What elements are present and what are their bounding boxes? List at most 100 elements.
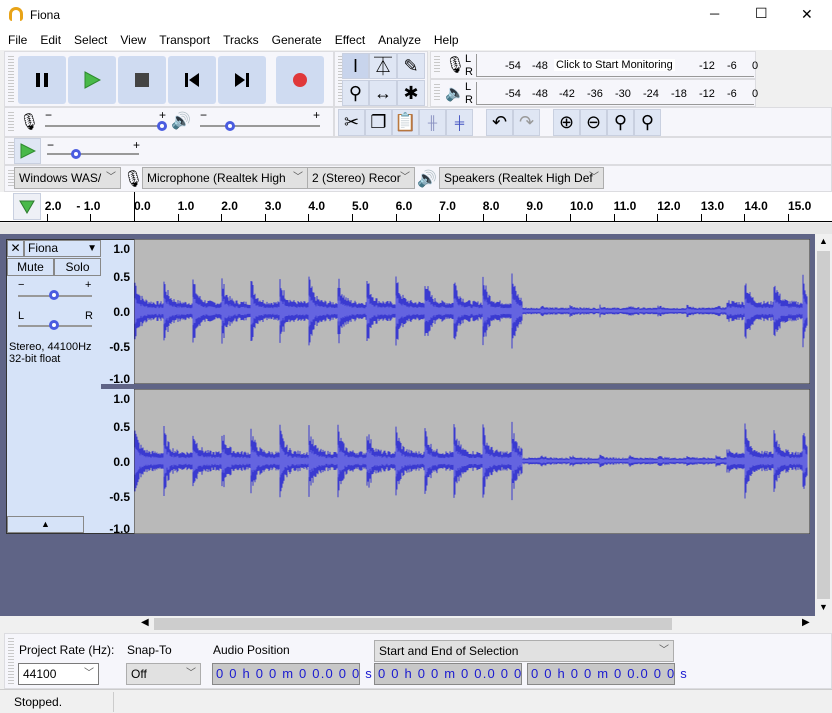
paste-button[interactable]: 📋	[392, 109, 419, 136]
menu-tracks[interactable]: Tracks	[223, 30, 259, 50]
close-track-button[interactable]: ✕	[7, 240, 24, 257]
channel-l-label: L	[465, 81, 472, 93]
envelope-tool-button[interactable]: ⏄	[369, 53, 397, 79]
track-format-info: Stereo, 44100Hz	[9, 341, 92, 353]
project-rate-select[interactable]: 44100 ﹀	[18, 663, 99, 685]
menu-select[interactable]: Select	[74, 30, 107, 50]
select-value: Windows WAS/	[19, 171, 102, 185]
close-button[interactable]: ✕	[801, 6, 813, 23]
copy-button[interactable]: ❐	[365, 109, 392, 136]
ruler-label: 5.0	[352, 199, 369, 213]
horizontal-scrollbar[interactable]: ◀ ▶	[138, 616, 815, 632]
menu-view[interactable]: View	[120, 30, 146, 50]
play-head-marker[interactable]	[134, 192, 135, 222]
scrollbar-thumb[interactable]	[154, 618, 672, 630]
speaker-icon[interactable]: 🔈	[445, 83, 465, 103]
slider-thumb[interactable]	[157, 121, 167, 131]
fit-project-button[interactable]: ⚲	[634, 109, 661, 136]
recording-volume-slider[interactable]	[45, 125, 165, 127]
ruler-tick	[613, 214, 615, 221]
menu-effect[interactable]: Effect	[335, 30, 365, 50]
multi-tool-button[interactable]: ✱	[397, 80, 425, 106]
scrollbar-thumb[interactable]	[817, 251, 830, 599]
play-speed-slider[interactable]	[47, 153, 139, 155]
playback-device-select[interactable]: Speakers (Realtek High Def ﹀	[439, 167, 604, 189]
stop-button[interactable]	[118, 56, 166, 104]
ruler-label: 14.0	[744, 199, 768, 213]
menu-edit[interactable]: Edit	[40, 30, 61, 50]
slider-thumb[interactable]	[225, 121, 235, 131]
play-icon	[84, 71, 101, 89]
track-bit-depth-info: 32-bit float	[9, 353, 61, 365]
stop-icon	[135, 73, 149, 87]
vertical-scrollbar[interactable]: ▲ ▼	[815, 234, 832, 616]
audio-host-select[interactable]: Windows WAS/ ﹀	[14, 167, 121, 189]
play-button[interactable]	[68, 56, 116, 104]
minimize-button[interactable]: ─	[710, 6, 719, 21]
scroll-right-icon[interactable]: ▶	[802, 617, 810, 628]
microphone-icon[interactable]: 🎙	[445, 55, 465, 75]
slider-thumb[interactable]	[49, 290, 59, 300]
chevron-down-icon: ﹀	[293, 172, 303, 183]
scroll-left-icon[interactable]: ◀	[141, 617, 149, 628]
speaker-icon: 🔊	[417, 171, 437, 188]
selection-end-field[interactable]: 0 0 h 0 0 m 0 0.0 0 0 s	[527, 663, 687, 685]
zoom-in-button[interactable]: ⊕	[553, 109, 580, 136]
recording-device-select[interactable]: Microphone (Realtek High ﹀	[142, 167, 308, 189]
start-monitoring-text[interactable]: Click to Start Monitoring	[554, 59, 675, 71]
toolbar-grip[interactable]	[434, 56, 440, 74]
selection-start-field[interactable]: 0 0 h 0 0 m 0 0.0 0 0 s	[374, 663, 534, 685]
toolbar-grip[interactable]	[8, 56, 14, 102]
amplitude-label: 1.0	[113, 392, 130, 406]
redo-button[interactable]: ↷	[513, 109, 540, 136]
scroll-up-icon[interactable]: ▲	[819, 236, 828, 246]
cut-button[interactable]: ✂	[338, 109, 365, 136]
zoom-out-button[interactable]: ⊖	[580, 109, 607, 136]
maximize-button[interactable]: ☐	[755, 5, 768, 22]
trim-button[interactable]: ╫	[419, 109, 446, 136]
scroll-down-icon[interactable]: ▼	[819, 602, 828, 612]
ruler-scrub-strip[interactable]	[0, 223, 832, 234]
solo-button[interactable]: Solo	[54, 258, 101, 276]
silence-button[interactable]: ╪	[446, 109, 473, 136]
selection-tool-button[interactable]: I	[342, 53, 369, 79]
draw-tool-button[interactable]: ✎	[397, 53, 425, 79]
skip-to-start-button[interactable]	[168, 56, 216, 104]
selection-mode-select[interactable]: Start and End of Selection ﹀	[374, 640, 674, 662]
toolbar-grip[interactable]	[8, 638, 14, 684]
track-menu-button[interactable]: Fiona ▼	[24, 240, 101, 257]
menu-transport[interactable]: Transport	[159, 30, 210, 50]
fit-selection-button[interactable]: ⚲	[607, 109, 634, 136]
waveform[interactable]	[134, 239, 810, 534]
playback-meter[interactable]: -54 -48 -42 -36 -30 -24 -18 -12 -6 0	[476, 82, 758, 105]
menu-generate[interactable]: Generate	[272, 30, 322, 50]
ruler-tick	[744, 214, 746, 221]
timeline-options-button[interactable]	[13, 193, 41, 220]
audio-position-field[interactable]: 0 0 h 0 0 m 0 0.0 0 0 s	[212, 663, 372, 685]
slider-thumb[interactable]	[71, 149, 81, 159]
meter-tick-label: -12	[699, 60, 715, 72]
play-at-speed-button[interactable]	[14, 138, 41, 164]
record-button[interactable]	[276, 56, 324, 104]
mute-button[interactable]: Mute	[7, 258, 54, 276]
skip-to-end-button[interactable]	[218, 56, 266, 104]
transport-toolbar	[4, 51, 334, 107]
timeline-ruler[interactable]: 2.0 - 1.0 0.0 1.0 2.0 3.0 4.0 5.0 6.0 7.0 8.0 9.0 10…	[0, 192, 832, 222]
recording-channels-select[interactable]: 2 (Stereo) Recor ﹀	[307, 167, 415, 189]
collapse-track-button[interactable]: ▲	[7, 516, 84, 533]
zoom-tool-button[interactable]: ⚲	[342, 80, 369, 106]
time-shift-tool-button[interactable]: ↔	[369, 80, 397, 106]
toolbar-grip[interactable]	[8, 112, 14, 132]
vertical-amplitude-ruler[interactable]: 1.0 0.5 0.0 -0.5 -1.0 1.0 0.5 0.0 -0.5 -1.0	[101, 239, 134, 536]
menu-file[interactable]: File	[8, 30, 27, 50]
snap-to-select[interactable]: Off ﹀	[126, 663, 201, 685]
meter-tick-label: 0	[752, 60, 759, 72]
slider-thumb[interactable]	[49, 320, 59, 330]
menu-help[interactable]: Help	[434, 30, 459, 50]
undo-button[interactable]: ↶	[486, 109, 513, 136]
menu-analyze[interactable]: Analyze	[378, 30, 421, 50]
playback-volume-slider[interactable]	[200, 125, 320, 127]
toolbar-grip[interactable]	[434, 84, 440, 102]
status-divider	[113, 692, 114, 712]
pause-button[interactable]	[18, 56, 66, 104]
